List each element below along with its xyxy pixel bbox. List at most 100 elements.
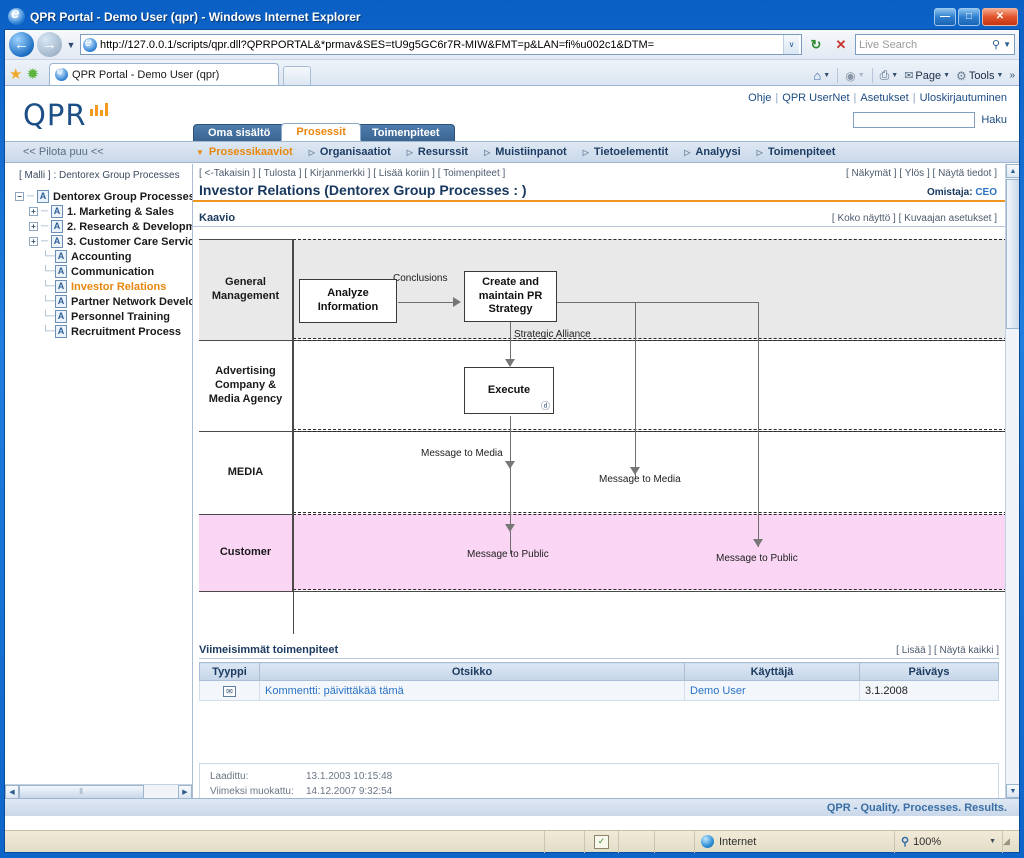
- envelope-icon[interactable]: ✉: [223, 685, 236, 697]
- process-node-execute[interactable]: Execute ⓓ: [464, 367, 554, 414]
- home-caret-icon: ▼: [823, 72, 831, 79]
- portal-search-input[interactable]: [853, 112, 976, 128]
- tree-node-dentorex-group-processes[interactable]: − ─ A Dentorex Group Processes: [5, 189, 192, 204]
- address-bar[interactable]: http://127.0.0.1/scripts/qpr.dll?QPRPORT…: [80, 34, 802, 55]
- tree-hscroll-track[interactable]: [144, 785, 178, 799]
- search-provider-caret-icon[interactable]: ▼: [1000, 40, 1011, 49]
- recent-action-user-link[interactable]: Demo User: [690, 685, 746, 697]
- refresh-icon[interactable]: ↻: [805, 34, 827, 56]
- audit-modified-label: Viimeksi muokattu:: [210, 785, 294, 797]
- toolbar-overflow-icon[interactable]: »: [1007, 70, 1015, 81]
- scroll-up-icon[interactable]: ▲: [1006, 164, 1019, 178]
- tree-hscroll-thumb[interactable]: ⫴: [19, 784, 144, 798]
- tools-caret-icon: ▼: [996, 72, 1004, 79]
- minimize-button[interactable]: —: [934, 7, 956, 26]
- portal-subnav-items: ▼ Prosessikaaviot ▷ Organisaatiot ▷ Resu…: [193, 146, 848, 158]
- chevron-right-icon-2: ▷: [406, 147, 413, 157]
- maximize-button[interactable]: □: [958, 7, 980, 26]
- security-zone-indicator[interactable]: Internet: [695, 830, 895, 853]
- process-node-create-and-maintain-pr-strategy[interactable]: Create and maintain PR Strategy: [464, 271, 557, 322]
- breadcrumb-actions-left[interactable]: [ <-Takaisin ] [ Tulosta ] [ Kirjanmerkk…: [199, 168, 846, 179]
- favorites-center-icon[interactable]: ★: [9, 67, 22, 85]
- search-input[interactable]: Live Search ⚲ ▼: [855, 34, 1015, 55]
- expander-icon-1[interactable]: +: [29, 207, 38, 216]
- expander-icon-2[interactable]: +: [29, 222, 38, 231]
- breadcrumb-actions-right[interactable]: [ Näkymät ] [ Ylös ] [ Näytä tiedot ]: [846, 168, 997, 179]
- tree-node-recruitment-process[interactable]: └─ A Recruitment Process: [5, 324, 192, 339]
- tree-node-customer-care-service[interactable]: + ─ A 3. Customer Care Service: [5, 234, 192, 249]
- column-header-paivays[interactable]: Päiväys: [859, 662, 999, 681]
- portal-user-links: Ohje | QPR UserNet | Asetukset | Uloskirjautum…: [748, 92, 1007, 104]
- home-button[interactable]: ⌂ ▼: [811, 68, 832, 83]
- owner-value[interactable]: CEO: [975, 187, 997, 198]
- tab-oma-sisalto[interactable]: Oma sisältö: [193, 124, 286, 141]
- back-icon[interactable]: ←: [9, 32, 34, 57]
- search-icon[interactable]: ⚲: [992, 38, 1000, 51]
- subnav-item-organisaatiot[interactable]: ▷ Organisaatiot: [309, 146, 404, 158]
- tree-label-customer-care-service: 3. Customer Care Service: [67, 235, 193, 248]
- tree-node-personnel-training[interactable]: └─ A Personnel Training: [5, 309, 192, 324]
- subnav-item-analyysi[interactable]: ▷ Analyysi: [684, 146, 753, 158]
- process-node-label-execute: Execute: [487, 383, 531, 396]
- zoom-control[interactable]: ⚲ 100% ▼: [895, 830, 1003, 853]
- portal-link-qpr-usernet[interactable]: QPR UserNet: [782, 92, 849, 104]
- expander-icon-root[interactable]: −: [15, 192, 24, 201]
- tree-node-partner-network-development[interactable]: └─ A Partner Network Development: [5, 294, 192, 309]
- tree-node-accounting[interactable]: └─ A Accounting: [5, 249, 192, 264]
- scroll-right-icon[interactable]: ▶: [178, 784, 192, 798]
- feeds-button[interactable]: ◉ ▼: [843, 69, 866, 83]
- recent-action-title-link[interactable]: Kommentti: päivittäkää tämä: [265, 685, 404, 697]
- cell-date: 3.1.2008: [859, 680, 999, 701]
- diagram-section-actions[interactable]: [ Koko näyttö ] [ Kuvaajan asetukset ]: [832, 213, 997, 224]
- expander-icon-3[interactable]: +: [29, 237, 38, 246]
- zoom-caret-icon[interactable]: ▼: [989, 838, 996, 845]
- process-node-label-create-and-maintain-pr-strategy: Create and maintain PR Strategy: [478, 275, 543, 316]
- subnav-item-muistiinpanot[interactable]: ▷ Muistiinpanot: [484, 146, 580, 158]
- portal-search-button[interactable]: Haku: [981, 114, 1007, 126]
- portal-header: QPR Ohje | QPR UserNet | Asetukset | Uloskirja…: [5, 86, 1019, 141]
- page-menu-button[interactable]: ✉ Page ▼: [902, 69, 952, 83]
- chevron-down-icon: ▼: [196, 147, 204, 157]
- resize-grip-icon[interactable]: ◢: [1003, 836, 1019, 847]
- subnav-item-tietoelementit[interactable]: ▷ Tietoelementit: [583, 146, 682, 158]
- process-node-analyze-information[interactable]: Analyze Information: [299, 279, 397, 323]
- new-tab-button[interactable]: [283, 66, 312, 85]
- table-row[interactable]: ✉ Kommentti: päivittäkää tämä Demo User: [199, 680, 999, 701]
- content-vertical-scrollbar[interactable]: ▲ ▼: [1005, 164, 1019, 798]
- column-header-otsikko[interactable]: Otsikko: [259, 662, 685, 681]
- tree-node-communication[interactable]: └─ A Communication: [5, 264, 192, 279]
- close-button[interactable]: ✕: [982, 7, 1018, 26]
- tree-line-8: └─: [42, 311, 57, 322]
- subnav-item-resurssit[interactable]: ▷ Resurssit: [407, 146, 481, 158]
- tools-menu-button[interactable]: ⚙ Tools ▼: [954, 69, 1005, 83]
- tab-prosessit[interactable]: Prosessit: [281, 123, 361, 141]
- subprocess-icon[interactable]: ⓓ: [541, 401, 550, 412]
- column-header-tyyppi[interactable]: Tyyppi: [199, 662, 260, 681]
- portal-link-asetukset[interactable]: Asetukset: [860, 92, 908, 104]
- tree-node-investor-relations[interactable]: └─ A Investor Relations: [5, 279, 192, 294]
- subnav-item-prosessikaaviot[interactable]: ▼ Prosessikaaviot: [196, 146, 306, 158]
- tree-label-communication: Communication: [71, 265, 155, 278]
- portal-link-uloskirjautuminen[interactable]: Uloskirjautuminen: [920, 92, 1007, 104]
- pilota-tree-toggle[interactable]: << Pilota puu <<: [5, 146, 193, 158]
- stop-icon[interactable]: ✕: [830, 34, 852, 56]
- print-button[interactable]: ⎙ ▼: [878, 68, 901, 83]
- address-dropdown-icon[interactable]: ∨: [783, 35, 799, 54]
- cell-user: Demo User: [684, 680, 860, 701]
- forward-icon[interactable]: →: [37, 32, 62, 57]
- column-header-kayttaja[interactable]: Käyttäjä: [684, 662, 860, 681]
- scroll-left-icon[interactable]: ◀: [5, 784, 19, 798]
- tree-horizontal-scrollbar[interactable]: ◀ ⫴ ▶: [5, 784, 192, 798]
- history-dropdown-icon[interactable]: ▼: [65, 32, 77, 57]
- tree-node-marketing-sales[interactable]: + ─ A 1. Marketing & Sales: [5, 204, 192, 219]
- tab-toimenpiteet[interactable]: Toimenpiteet: [356, 124, 455, 141]
- expander-placeholder-6: [29, 280, 42, 293]
- scroll-down-icon[interactable]: ▼: [1006, 784, 1019, 798]
- browser-tab-qpr-portal[interactable]: QPR Portal - Demo User (qpr): [49, 63, 280, 85]
- tree-node-research-development[interactable]: + ─ A 2. Research & Development: [5, 219, 192, 234]
- recent-actions-links[interactable]: [ Lisää ] [ Näytä kaikki ]: [896, 645, 999, 656]
- portal-link-ohje[interactable]: Ohje: [748, 92, 771, 104]
- content-vscroll-thumb[interactable]: [1006, 179, 1019, 329]
- subnav-item-toimenpiteet[interactable]: ▷ Toimenpiteet: [757, 146, 849, 158]
- add-to-favorites-icon[interactable]: ✹: [26, 67, 39, 85]
